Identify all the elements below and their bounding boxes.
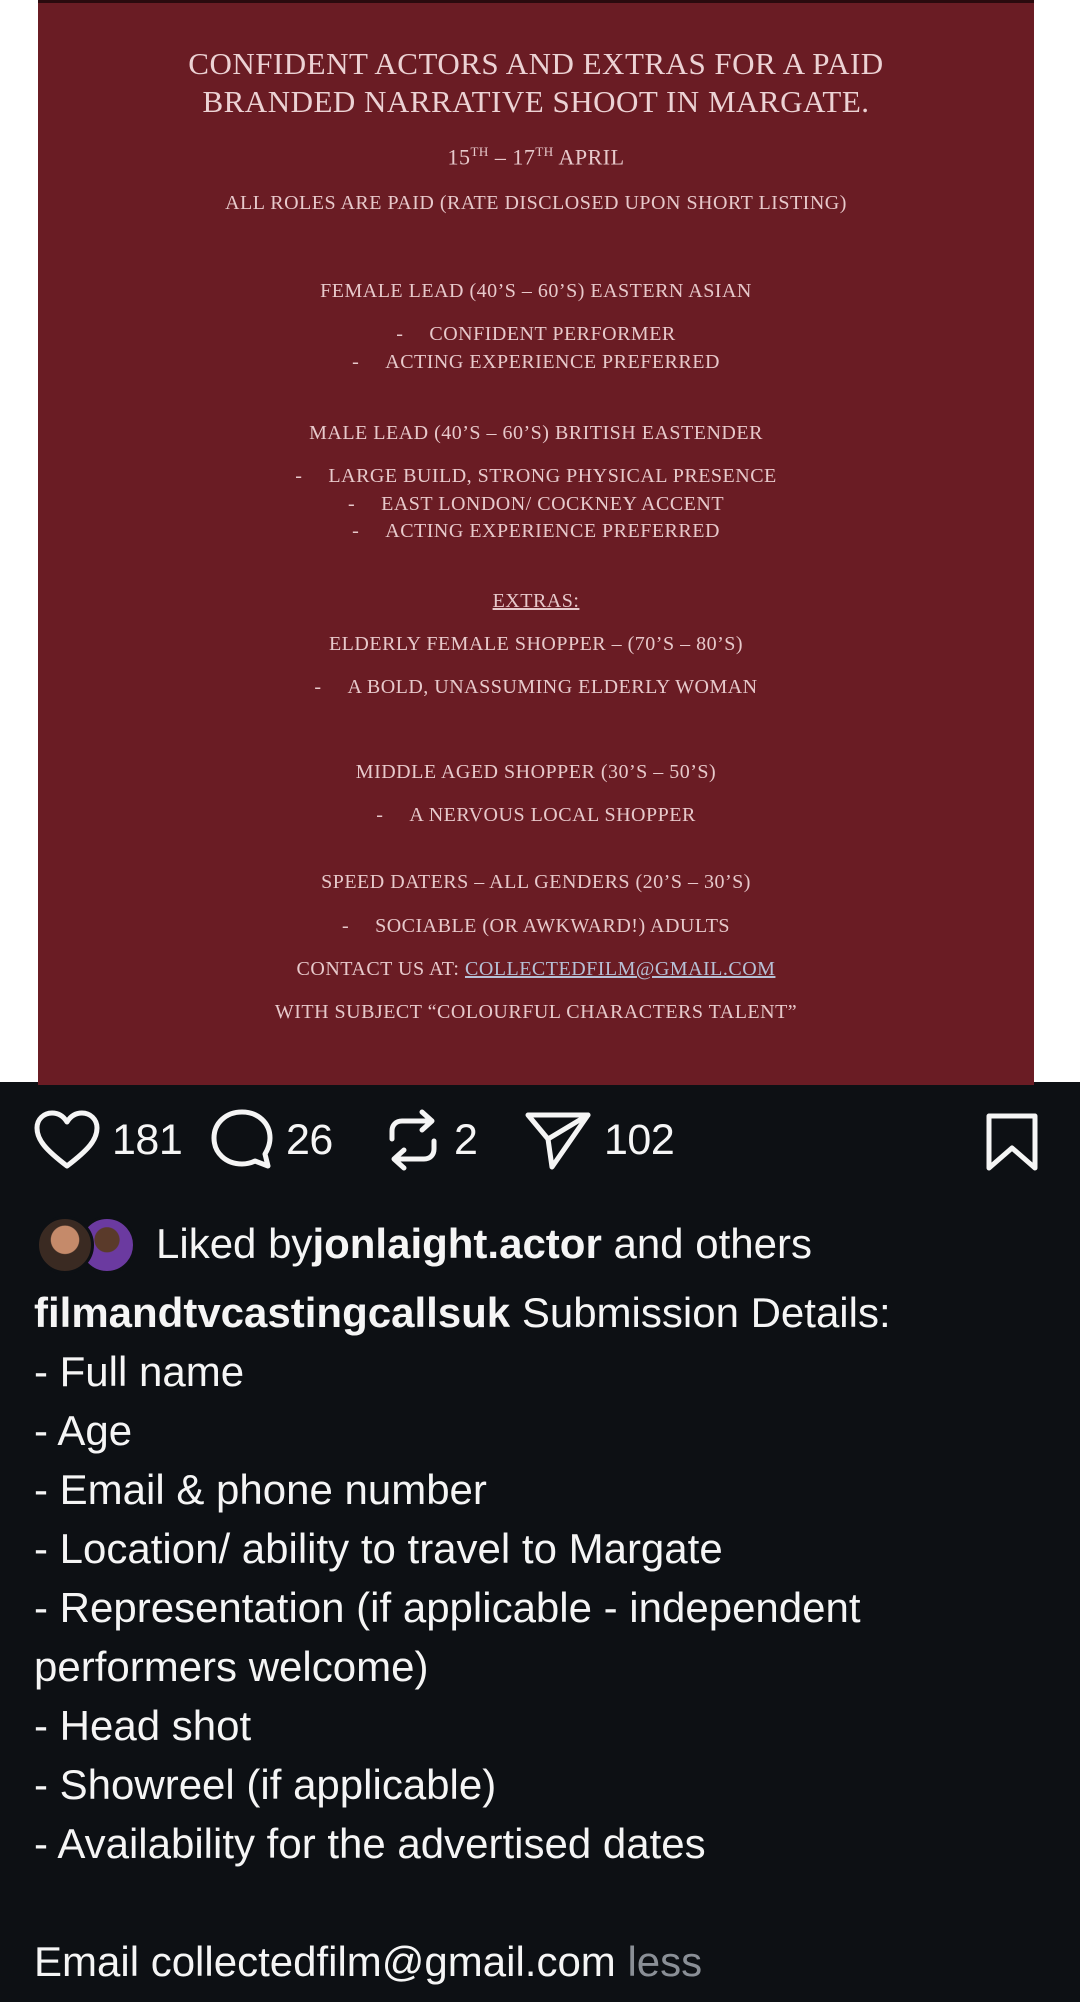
heart-icon [34,1110,100,1169]
liked-by: Liked by jonlaight.actor and others [36,1213,812,1275]
liked-by-user[interactable]: jonlaight.actor [312,1220,601,1268]
save-button[interactable] [984,1112,1040,1172]
caption-line: - Location/ ability to travel to Margate [34,1525,723,1572]
caption-line: - Representation (if applicable - indepe… [34,1584,861,1631]
post-image-area[interactable]: CONFIDENT ACTORS AND EXTRAS FOR A PAID B… [0,0,1080,1085]
caption-line: - Availability for the advertised dates [34,1820,706,1867]
poster-email-link[interactable]: COLLECTEDFILM@GMAIL.COM [465,958,775,980]
liked-by-suffix: and others [601,1220,812,1267]
role-male-lead-bullet: - EAST LONDON/ COCKNEY ACCENT [347,493,725,515]
bookmark-icon [986,1113,1038,1171]
poster-paid-note: ALL ROLES ARE PAID (RATE DISCLOSED UPON … [225,192,847,214]
repost-icon [389,1109,437,1171]
post-action-bar: 181 26 2 102 [0,1082,1080,1212]
extra-speed-daters-bullet: - SOCIABLE (OR AWKWARD!) ADULTS [341,915,731,937]
less-button[interactable]: less [627,1938,702,1985]
role-female-lead-title: FEMALE LEAD (40’S – 60’S) EASTERN ASIAN [320,280,752,302]
like-button[interactable]: 181 [34,1110,183,1170]
extra-speed-daters-title: SPEED DATERS – ALL GENDERS (20’S – 30’S) [321,871,751,893]
caption-username[interactable]: filmandtvcastingcallsuk [34,1289,510,1336]
repost-count: 2 [454,1115,478,1164]
role-male-lead-bullet: - ACTING EXPERIENCE PREFERRED [352,520,720,542]
role-male-lead-title: MALE LEAD (40’S – 60’S) BRITISH EASTENDE… [309,422,763,444]
caption-line: - Showreel (if applicable) [34,1761,497,1808]
caption-email-line: Email collectedfilm@gmail.com [34,1938,628,1985]
comment-count: 26 [286,1115,333,1164]
like-count: 181 [112,1115,183,1164]
role-male-lead-bullet: - LARGE BUILD, STRONG PHYSICAL PRESENCE [295,465,777,487]
role-female-lead-bullet: - ACTING EXPERIENCE PREFERRED [352,351,720,373]
share-button[interactable]: 102 [524,1110,675,1170]
extra-elderly-shopper-bullet: -A BOLD, UNASSUMING ELDERLY WOMAN [314,676,758,698]
caption-line: performers welcome) [34,1643,429,1690]
extra-middle-aged-shopper-title: MIDDLE AGED SHOPPER (30’S – 50’S) [355,761,717,783]
poster-subject-line: WITH SUBJECT “COLOURFUL CHARACTERS TALEN… [274,1001,798,1023]
liked-by-prefix: Liked by [156,1220,313,1267]
repost-button[interactable]: 2 [384,1109,478,1171]
share-count: 102 [604,1115,675,1164]
comment-bubble-icon [211,1109,273,1169]
liker-avatars[interactable] [36,1216,136,1274]
casting-poster: CONFIDENT ACTORS AND EXTRAS FOR A PAID B… [38,0,1034,1085]
caption-line: - Age [34,1407,133,1454]
poster-dates: 15TH – 17TH APRIL [447,144,625,170]
poster-title-line-1: CONFIDENT ACTORS AND EXTRAS FOR A PAID [188,46,884,81]
role-female-lead-bullet: - CONFIDENT PERFORMER [396,323,676,345]
caption-line: - Email & phone number [34,1466,487,1513]
extra-elderly-shopper-title: ELDERLY FEMALE SHOPPER – (70’S – 80’S) [328,633,744,655]
post-caption: filmandtvcastingcallsuk Submission Detai… [34,1283,1044,1991]
poster-title-line-2: BRANDED NARRATIVE SHOOT IN MARGATE. [202,84,870,119]
extras-heading: EXTRAS: [492,590,580,612]
caption-line: - Head shot [34,1702,252,1749]
caption-line: - Full name [34,1348,245,1395]
avatar [36,1216,94,1274]
comment-button[interactable]: 26 [210,1109,333,1170]
extra-middle-aged-shopper-bullet: -A NERVOUS LOCAL SHOPPER [376,804,696,826]
poster-contact: CONTACT US AT: COLLECTEDFILM@GMAIL.COM [296,958,776,980]
caption-first-line: Submission Details: [510,1289,891,1336]
send-icon [525,1112,591,1170]
